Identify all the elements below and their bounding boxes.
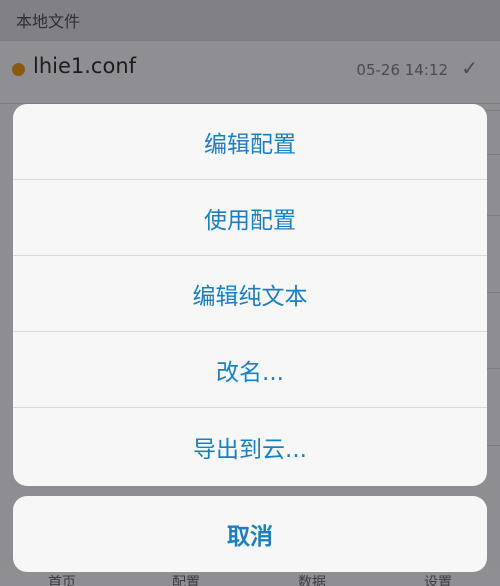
export-to-cloud-button[interactable]: 导出到云...: [13, 409, 487, 485]
screen: 本地文件 lhie1.conf 05-26 14:12 ✓ 首页 配置 数据 设…: [0, 0, 500, 586]
action-sheet: 编辑配置 使用配置 编辑纯文本 改名... 导出到云...: [13, 104, 487, 486]
tab-home[interactable]: 首页: [48, 572, 76, 586]
file-date: 05-26 14:12: [356, 61, 448, 79]
tab-data[interactable]: 数据: [298, 572, 326, 586]
use-config-button[interactable]: 使用配置: [13, 180, 487, 256]
cancel-button[interactable]: 取消: [13, 496, 487, 572]
edit-config-button[interactable]: 编辑配置: [13, 104, 487, 180]
file-name: lhie1.conf: [33, 54, 137, 78]
section-title: 本地文件: [16, 12, 81, 31]
status-dot: [12, 63, 25, 76]
background-row-dividers: [486, 110, 500, 490]
tab-config[interactable]: 配置: [172, 572, 200, 586]
tab-settings[interactable]: 设置: [424, 572, 452, 586]
checkmark-icon: ✓: [461, 56, 478, 80]
rename-button[interactable]: 改名...: [13, 332, 487, 408]
edit-plain-text-button[interactable]: 编辑纯文本: [13, 256, 487, 332]
